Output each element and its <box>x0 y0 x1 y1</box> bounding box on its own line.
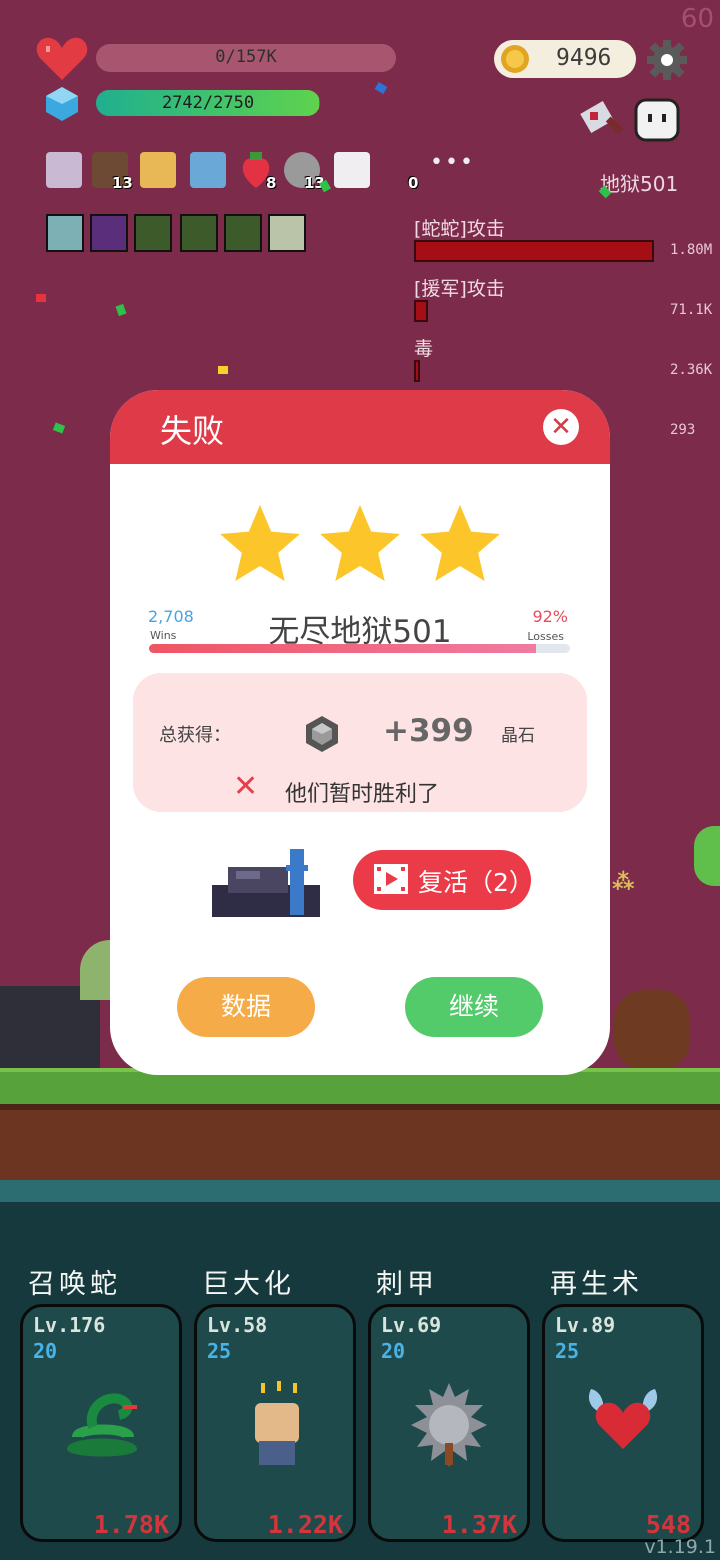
damage-bar <box>414 360 420 382</box>
scroll-item-icon[interactable] <box>46 152 82 188</box>
skill-level: Lv.58 <box>207 1313 268 1337</box>
skill-name: 再生术 <box>550 1269 643 1300</box>
cleaver-icon[interactable] <box>578 96 628 146</box>
buff-plant-icon <box>268 214 306 252</box>
skill-name: 刺甲 <box>376 1269 438 1300</box>
buff-light-icon <box>46 214 84 252</box>
reward-label: 总获得： <box>159 725 231 746</box>
snake-icon <box>67 1393 137 1457</box>
damage-label: [援军]攻击 <box>414 278 505 300</box>
crystal-icon <box>306 716 338 752</box>
skill-value: 1.78K <box>93 1510 169 1539</box>
stage-label: 地狱501 <box>600 172 679 196</box>
battle-numbers: ⁂ <box>612 870 635 895</box>
continue-button[interactable]: 继续 <box>405 977 543 1037</box>
star-icon <box>420 505 500 581</box>
buff-beast-icon <box>224 214 262 252</box>
defeat-dialog: 失败 ✕ 2,708 Wins 无尽地狱501 92% Losses 总获得： … <box>110 390 610 1075</box>
skill-level: Lv.176 <box>33 1313 106 1337</box>
spiked-mace-icon <box>411 1383 487 1467</box>
confetti <box>218 366 228 374</box>
buff-beast-icon <box>134 214 172 252</box>
coin-icon <box>501 45 529 73</box>
skill-card-regeneration[interactable]: Lv.89 25 548 <box>542 1304 704 1542</box>
win-loss-progress <box>149 644 570 653</box>
progress-fill <box>149 644 537 653</box>
star-icon <box>320 505 400 581</box>
damage-value: 1.80M <box>670 242 713 258</box>
skill-card-thorn-armor[interactable]: Lv.69 20 1.37K <box>368 1304 530 1542</box>
shirt-item-icon[interactable] <box>190 152 226 188</box>
mana-bar: 2742/2750 <box>96 90 320 116</box>
mana-text: 2742/2750 <box>161 93 255 113</box>
calendar-heart-item-icon[interactable] <box>334 152 370 188</box>
strawberry-item-count: 8 <box>266 174 277 192</box>
continue-button-label: 继续 <box>448 992 499 1021</box>
winged-heart-icon <box>588 1389 658 1449</box>
cart-item-count: 13 <box>112 174 133 192</box>
skill-level: Lv.89 <box>555 1313 616 1337</box>
confetti <box>36 294 46 302</box>
reward-amount: +399 <box>383 713 474 749</box>
skill-cost: 20 <box>33 1339 58 1363</box>
damage-label: 毒 <box>414 338 434 360</box>
hp-text: 0/157K <box>215 47 277 67</box>
star-icon <box>220 505 300 581</box>
fallen-knight-icon <box>212 849 320 917</box>
enemy-sprite <box>694 826 720 886</box>
skill-card-giant[interactable]: Lv.58 25 1.22K <box>194 1304 356 1542</box>
skill-value: 548 <box>645 1510 691 1539</box>
extra-item-count: 0 <box>408 174 419 192</box>
revive-label: 复活（2） <box>418 868 534 897</box>
damage-bar <box>414 300 428 322</box>
close-button[interactable]: ✕ <box>543 409 579 445</box>
skill-level: Lv.69 <box>381 1313 442 1337</box>
hp-bar: 0/157K <box>96 44 396 72</box>
damage-value: 2.36K <box>670 362 713 378</box>
damage-value: 71.1K <box>670 302 713 318</box>
buff-demon-icon <box>90 214 128 252</box>
coin-count: 9496 <box>556 45 612 71</box>
version-label: v1.19.1 <box>644 1536 716 1558</box>
data-button[interactable]: 数据 <box>177 977 315 1037</box>
hero-sprite <box>614 990 690 1070</box>
skill-value: 1.22K <box>267 1510 343 1539</box>
skill-cost: 25 <box>207 1339 232 1363</box>
skill-value: 1.37K <box>441 1510 517 1539</box>
gear-icon[interactable] <box>646 39 688 81</box>
skill-cost: 20 <box>381 1339 406 1363</box>
ghost-icon[interactable] <box>632 96 682 146</box>
buff-beast-icon <box>180 214 218 252</box>
close-icon: ✕ <box>550 412 572 442</box>
panel-stripe <box>0 1180 720 1202</box>
result-message: 他们暂时胜利了 <box>285 782 440 807</box>
skill-card-summon-snake[interactable]: Lv.176 20 1.78K <box>20 1304 182 1542</box>
damage-label: [蛇蛇]攻击 <box>414 218 505 240</box>
fps-counter: 60 <box>680 4 714 34</box>
map-item-icon[interactable] <box>140 152 176 188</box>
dirt-ground <box>0 1104 720 1186</box>
reward-box: 总获得： +399 晶石 ✕ 他们暂时胜利了 <box>133 673 587 812</box>
coin-display: 9496 <box>494 40 636 78</box>
damage-bar <box>414 240 654 262</box>
fail-x-icon: ✕ <box>233 769 259 804</box>
reward-unit: 晶石 <box>501 726 535 746</box>
loss-percent: 92% <box>532 607 568 626</box>
skill-cost: 25 <box>555 1339 580 1363</box>
dialog-title: 失败 <box>160 412 225 450</box>
fist-icon <box>255 1381 299 1465</box>
data-button-label: 数据 <box>220 992 271 1021</box>
damage-value: 293 <box>670 422 696 438</box>
heart-icon <box>36 37 88 80</box>
revive-button[interactable]: 复活（2） <box>353 850 534 910</box>
crystal-icon <box>46 87 78 121</box>
skill-name: 召唤蛇 <box>28 1269 121 1300</box>
skill-name: 巨大化 <box>202 1269 295 1300</box>
more-icon[interactable]: ••• <box>430 150 475 175</box>
loss-label: Losses <box>527 630 564 643</box>
video-icon <box>374 864 408 894</box>
star-rating <box>220 505 500 581</box>
